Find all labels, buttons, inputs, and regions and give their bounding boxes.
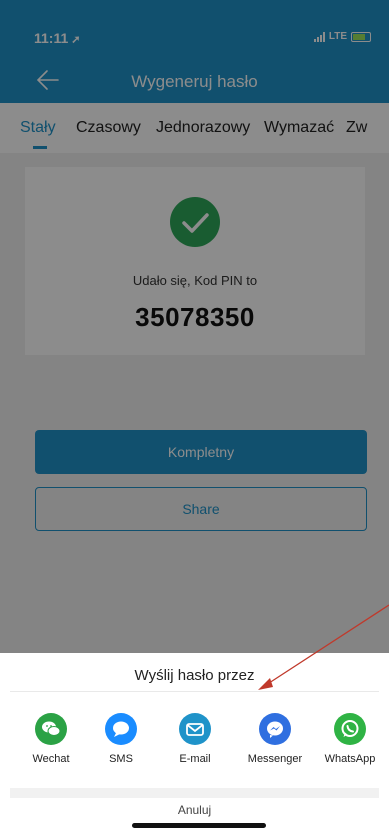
email-icon: [179, 713, 211, 745]
sms-icon: [105, 713, 137, 745]
share-sheet: Wyślij hasło przez Wechat SMS E-mail Mes…: [0, 653, 389, 831]
home-indicator: [132, 823, 266, 828]
share-option-label: Messenger: [247, 753, 303, 765]
share-option-sms[interactable]: SMS: [86, 713, 156, 765]
share-option-messenger[interactable]: Messenger: [240, 713, 310, 765]
divider: [10, 788, 379, 798]
cancel-button[interactable]: Anuluj: [0, 803, 389, 817]
share-option-whatsapp[interactable]: WhatsApp: [315, 713, 385, 765]
divider: [10, 691, 379, 692]
share-option-email[interactable]: E-mail: [160, 713, 230, 765]
share-option-label: SMS: [109, 753, 133, 765]
share-sheet-title: Wyślij hasło przez: [134, 667, 255, 684]
whatsapp-icon: [334, 713, 366, 745]
share-option-label: E-mail: [179, 753, 211, 765]
share-option-wechat[interactable]: Wechat: [16, 713, 86, 765]
share-option-label: WhatsApp: [324, 753, 376, 765]
messenger-icon: [259, 713, 291, 745]
modal-backdrop[interactable]: [0, 0, 389, 653]
wechat-icon: [35, 713, 67, 745]
share-option-label: Wechat: [32, 753, 70, 765]
